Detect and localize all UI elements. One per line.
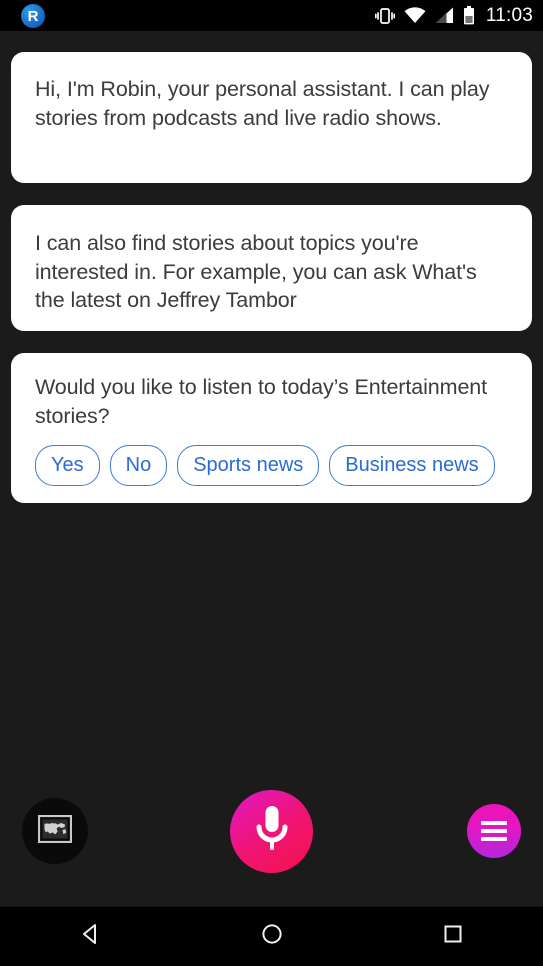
- message-text: Hi, I'm Robin, your personal assistant. …: [35, 77, 490, 130]
- hamburger-icon: [481, 817, 507, 845]
- vibrate-icon: [374, 7, 395, 25]
- app-icon-letter: R: [27, 7, 39, 25]
- quick-reply-chip-sports-news[interactable]: Sports news: [177, 445, 320, 486]
- recents-nav-button[interactable]: [413, 907, 493, 966]
- status-bar-clock: 11:03: [485, 4, 533, 26]
- app-screen: R 11:03 Hi, I'm Robin, your personal ass…: [0, 0, 543, 966]
- back-nav-button[interactable]: [51, 907, 131, 966]
- robin-app-icon: R: [21, 4, 45, 28]
- world-map-icon: [37, 814, 73, 848]
- quick-reply-chip-business-news[interactable]: Business news: [329, 445, 495, 486]
- cellular-signal-icon: [435, 7, 454, 24]
- assistant-message-card: I can also find stories about topics you…: [11, 205, 532, 331]
- quick-reply-chip-group: Yes No Sports news Business news: [35, 445, 508, 486]
- status-bar-icons: 11:03: [374, 0, 533, 31]
- quick-reply-chip-no[interactable]: No: [109, 445, 168, 486]
- assistant-message-card: Hi, I'm Robin, your personal assistant. …: [11, 52, 532, 183]
- wifi-icon: [404, 7, 426, 24]
- home-nav-icon: [260, 922, 284, 951]
- android-navigation-bar: [0, 906, 543, 966]
- message-text: Would you like to listen to today’s Ente…: [35, 375, 488, 428]
- home-nav-button[interactable]: [232, 907, 312, 966]
- message-text: I can also find stories about topics you…: [35, 231, 477, 312]
- microphone-button[interactable]: [230, 790, 313, 873]
- quick-reply-chip-yes[interactable]: Yes: [35, 445, 100, 486]
- hamburger-menu-button[interactable]: [467, 804, 521, 858]
- battery-icon: [463, 6, 475, 25]
- microphone-icon: [252, 803, 292, 860]
- recents-nav-icon: [441, 922, 465, 951]
- status-bar: R 11:03: [0, 0, 543, 31]
- back-nav-icon: [79, 922, 103, 951]
- assistant-prompt-card: Would you like to listen to today’s Ente…: [11, 353, 532, 503]
- world-map-button[interactable]: [22, 798, 88, 864]
